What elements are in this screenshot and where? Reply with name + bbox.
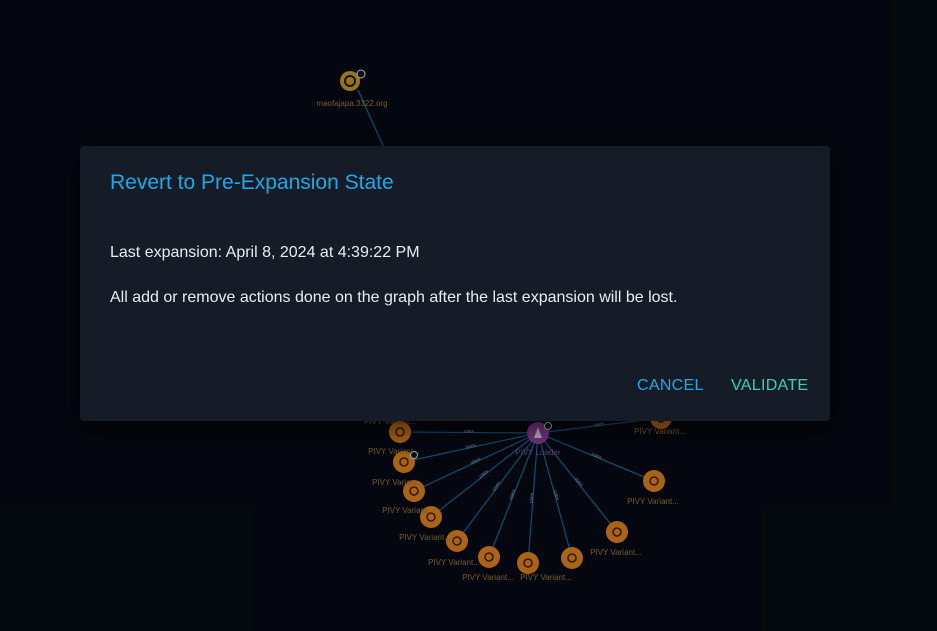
cancel-button[interactable]: CANCEL: [637, 377, 704, 395]
validate-button[interactable]: VALIDATE: [731, 377, 808, 395]
revert-dialog: Revert to Pre-Expansion State Last expan…: [80, 146, 830, 421]
dialog-title: Revert to Pre-Expansion State: [110, 171, 394, 194]
last-expansion-text: Last expansion: April 8, 2024 at 4:39:22…: [110, 244, 420, 261]
warning-text: All add or remove actions done on the gr…: [110, 289, 678, 306]
